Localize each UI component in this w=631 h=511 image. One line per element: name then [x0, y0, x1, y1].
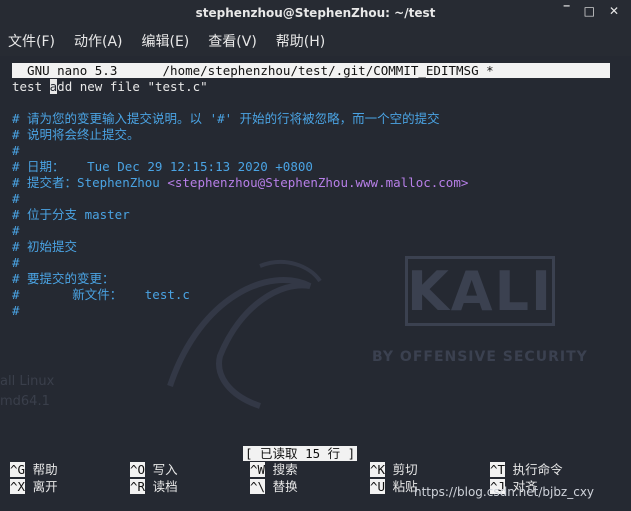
comment-line: #	[12, 255, 20, 270]
kali-tagline: BY OFFENSIVE SECURITY	[372, 349, 588, 365]
comment-line: # 新文件： test.c	[12, 287, 190, 302]
kali-logo: KALI	[405, 256, 555, 326]
shortcut-label: 粘贴	[385, 479, 418, 494]
minimize-button[interactable]: ‾	[564, 4, 570, 18]
blog-watermark-url: https://blog.csdn.net/bjbz_cxy	[414, 485, 595, 499]
shortcut-paste[interactable]: ^U 粘贴	[370, 479, 418, 494]
committer-name: # 提交者：StephenZhou	[12, 175, 168, 190]
kali-dragon-icon	[167, 260, 322, 409]
menu-bar: 文件(F) 动作(A) 编辑(E) 查看(V) 帮助(H)	[0, 26, 631, 56]
shortcut-label: 搜索	[265, 462, 298, 477]
comment-line: # 日期： Tue Dec 29 12:15:13 2020 +0800	[12, 159, 313, 174]
shortcut-label: 执行命令	[505, 462, 563, 477]
shortcut-key: ^X	[10, 479, 26, 494]
comment-line: # 说明将会终止提交。	[12, 127, 140, 142]
menu-action[interactable]: 动作(A)	[74, 31, 123, 51]
shortcut-label: 写入	[145, 462, 178, 477]
wallpaper-text-2: md64.1	[0, 394, 50, 409]
comment-line: # 初始提交	[12, 239, 78, 254]
shortcut-search[interactable]: ^W 搜索	[250, 462, 298, 477]
shortcut-cut[interactable]: ^K 剪切	[370, 462, 418, 477]
comment-line: # 请为您的变更输入提交说明。以 '#' 开始的行将被忽略，而一个空的提交	[12, 111, 440, 126]
menu-help[interactable]: 帮助(H)	[276, 31, 325, 51]
nano-header: GNU nano 5.3 /home/stephenzhou/test/.git…	[12, 63, 610, 78]
shortcut-write[interactable]: ^O 写入	[130, 462, 178, 477]
comment-line: #	[12, 191, 20, 206]
window-titlebar: stephenzhou@StephenZhou: ~/test ‾ □ ✕	[0, 0, 631, 26]
menu-file[interactable]: 文件(F)	[8, 31, 55, 51]
shortcut-exit[interactable]: ^X 离开	[10, 479, 58, 494]
comment-line: #	[12, 143, 20, 158]
window-controls: ‾ □ ✕	[564, 4, 619, 18]
shortcut-key: ^W	[250, 462, 266, 477]
comment-line: # 提交者：StephenZhou <stephenzhou@StephenZh…	[12, 175, 468, 191]
menu-edit[interactable]: 编辑(E)	[142, 31, 190, 51]
comment-line: #	[12, 303, 20, 318]
shortcut-key: ^O	[130, 462, 146, 477]
menu-view[interactable]: 查看(V)	[208, 31, 257, 51]
text-segment: test	[12, 79, 50, 94]
shortcut-label: 帮助	[25, 462, 58, 477]
text-segment: dd new file "test.c"	[57, 79, 208, 94]
shortcut-key: ^U	[370, 479, 386, 494]
commit-message-line[interactable]: test add new file "test.c"	[12, 79, 208, 95]
shortcut-key: ^K	[370, 462, 386, 477]
maximize-button[interactable]: □	[584, 4, 595, 18]
shortcut-label: 替换	[265, 479, 298, 494]
shortcut-execute[interactable]: ^T 执行命令	[490, 462, 563, 477]
wallpaper-text-1: all Linux	[0, 374, 55, 389]
comment-line: #	[12, 223, 20, 238]
shortcut-key: ^R	[130, 479, 146, 494]
shortcut-label: 离开	[25, 479, 58, 494]
shortcut-key: ^T	[490, 462, 506, 477]
comment-line: # 位于分支 master	[12, 207, 130, 222]
shortcut-key: ^G	[10, 462, 26, 477]
close-button[interactable]: ✕	[609, 4, 619, 18]
shortcut-read[interactable]: ^R 读档	[130, 479, 178, 494]
nano-status: [ 已读取 15 行 ]	[243, 446, 358, 461]
shortcut-replace[interactable]: ^\ 替换	[250, 479, 298, 494]
shortcut-help[interactable]: ^G 帮助	[10, 462, 58, 477]
shortcut-label: 剪切	[385, 462, 418, 477]
comment-line: # 要提交的变更：	[12, 271, 115, 286]
window-title: stephenzhou@StephenZhou: ~/test	[195, 6, 436, 20]
committer-email: <stephenzhou@StephenZhou.www.malloc.com>	[167, 175, 469, 190]
shortcut-key: ^\	[250, 479, 266, 494]
shortcut-label: 读档	[145, 479, 178, 494]
